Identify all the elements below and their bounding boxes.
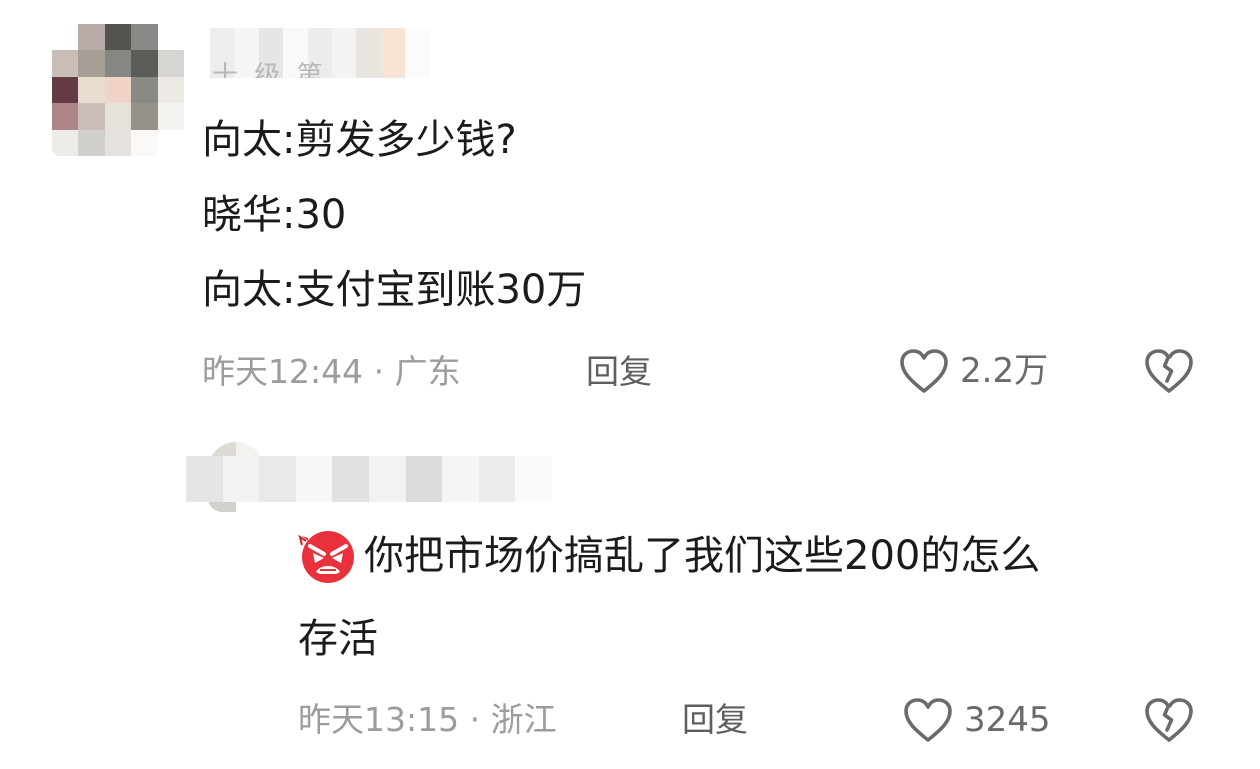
avatar-blur-pixel [104, 76, 132, 104]
comment2-reply-button[interactable]: 回复 [682, 700, 748, 740]
comment1-like-button[interactable]: 2.2万 [898, 347, 1048, 395]
comment2-username[interactable] [186, 456, 552, 502]
avatar-blur-pixel [104, 103, 132, 130]
comment1-avatar[interactable] [52, 24, 184, 156]
name-blur-block [405, 456, 443, 502]
avatar-blur-pixel [157, 24, 184, 51]
name-blur-block [478, 456, 516, 502]
comment2-like-count: 3245 [964, 700, 1051, 740]
heart-outline-icon [904, 698, 952, 742]
avatar-blur-pixel [104, 50, 132, 77]
avatar-blur-pixel [104, 24, 132, 51]
avatar-blur-pixel [157, 50, 184, 77]
comment1-dislike-button[interactable] [1142, 347, 1196, 399]
name-blur-block [405, 28, 430, 78]
comment2-meta: 昨天13:15 · 浙江 [298, 700, 557, 740]
comment2-line-1: 你把市场价搞乱了我们这些200的怎么 [364, 533, 1041, 579]
avatar-blur-pixel [157, 76, 184, 104]
avatar-blur-pixel [78, 103, 105, 130]
avatar-blur-pixel [52, 24, 79, 51]
name-blur-block [368, 456, 406, 502]
avatar-blur-pixel [131, 129, 158, 156]
avatar-blur-pixel [52, 103, 79, 130]
comment1-line-3: 向太:支付宝到账30万 [202, 267, 587, 313]
comment2-location: 浙江 [490, 700, 557, 739]
heart-outline-icon [900, 349, 948, 393]
name-blur-block [356, 28, 381, 78]
name-blur-block [259, 456, 296, 502]
name-blur-block [186, 456, 223, 502]
name-blur-block [380, 28, 406, 78]
avatar-blur-pixel [131, 103, 158, 130]
broken-heart-icon [1145, 698, 1193, 742]
avatar-blur-pixel [78, 24, 105, 51]
comment1-reply-button[interactable]: 回复 [586, 352, 652, 392]
avatar-blur-pixel [157, 103, 184, 130]
comment1-user-badge: 十 级 第 [212, 62, 327, 78]
name-blur-block [332, 456, 369, 502]
avatar-blur-pixel [52, 76, 79, 104]
meta-separator: · [469, 700, 491, 739]
avatar-blur-pixel [157, 129, 184, 156]
comment1-like-count: 2.2万 [960, 351, 1049, 391]
avatar-blur-pixel [131, 76, 158, 104]
name-blur-block [332, 28, 357, 78]
name-blur-block [295, 456, 333, 502]
comment1-line-1: 向太:剪发多少钱? [202, 117, 517, 163]
comment2-line-2: 存活 [298, 616, 378, 662]
avatar-blur-pixel [78, 50, 105, 77]
angry-face-icon [298, 531, 354, 583]
avatar-blur-pixel [131, 50, 158, 77]
name-blur-block [442, 456, 479, 502]
avatar-blur-pixel [78, 129, 105, 156]
comment1-line-2: 晓华:30 [202, 192, 347, 238]
avatar-blur-pixel [131, 24, 158, 51]
avatar-blur-pixel [78, 76, 105, 104]
name-blur-block [429, 28, 454, 78]
comment2-time: 昨天13:15 [298, 700, 460, 739]
avatar-blur-pixel [104, 129, 132, 156]
comment2-like-button[interactable]: 3245 [902, 696, 1051, 744]
comment1-time: 昨天12:44 [202, 352, 364, 391]
comment1-meta: 昨天12:44 · 广东 [202, 352, 461, 392]
comment1-location: 广东 [394, 352, 461, 391]
meta-separator: · [373, 352, 395, 391]
comment2-dislike-button[interactable] [1142, 696, 1196, 748]
name-blur-block [222, 456, 260, 502]
avatar-blur-pixel [52, 129, 79, 156]
name-blur-block [515, 456, 552, 502]
avatar-blur-pixel [52, 50, 79, 77]
broken-heart-icon [1145, 349, 1193, 393]
